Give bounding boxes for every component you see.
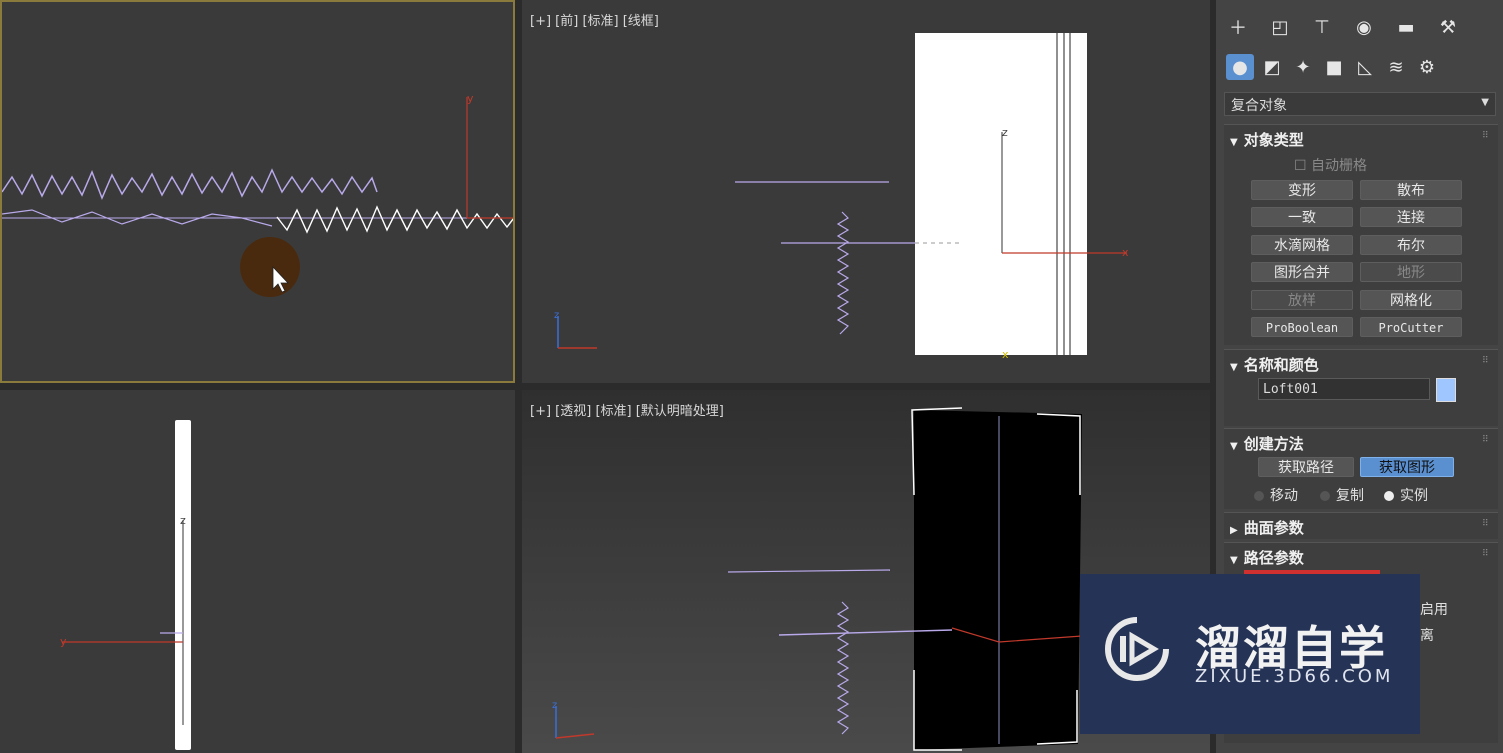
mesher-button[interactable]: 网格化 [1360,290,1462,310]
blobmesh-button[interactable]: 水滴网格 [1251,235,1353,255]
loft-button[interactable]: 放样 [1251,290,1353,310]
path-partial-label-2: 离 [1420,628,1434,644]
autogrid-checkbox[interactable]: ☐ 自动栅格 [1294,155,1367,175]
wave-shape-front [836,211,850,335]
shapes-icon[interactable]: ◩ [1258,54,1286,80]
systems-icon[interactable]: ⚙ [1413,54,1441,80]
viewport-top[interactable]: y [0,0,515,383]
scatter-button[interactable]: 散布 [1360,180,1462,200]
path-partial-label-1: 启用 [1420,602,1448,618]
viewport-top-canvas: y [2,92,513,297]
terrain-button[interactable]: 地形 [1360,262,1462,282]
grip-icon[interactable]: ⠿ [1482,435,1490,445]
utilities-icon[interactable]: ⚒ [1434,14,1462,40]
proboolean-button[interactable]: ProBoolean [1251,317,1353,337]
rollout-name-color: ▼ 名称和颜色 ⠿ Loft001 [1224,349,1498,426]
procutter-button[interactable]: ProCutter [1360,317,1462,337]
lights-icon[interactable]: ✦ [1289,54,1317,80]
viewport-front[interactable]: z x x z [+] [前] [标准] [线框] [522,0,1210,383]
axis-z-label: z [180,514,186,527]
boolean-button[interactable]: 布尔 [1360,235,1462,255]
pivot-marker: x [1002,348,1009,361]
object-color-swatch[interactable] [1436,378,1456,402]
hierarchy-icon[interactable]: ⊤ [1308,14,1336,40]
geometry-icon[interactable]: ● [1226,54,1254,80]
rollout-creation-method: ▼ 创建方法 ⠿ 获取路径 获取图形 移动 复制 实例 [1224,428,1498,509]
gizmo-z-label: z [554,310,559,321]
main-tab-row: ＋ ◰ ⊤ ◉ ▬ ⚒ [1216,10,1503,44]
watermark-logo-icon [1105,617,1169,681]
wave-shape-selected [276,205,513,234]
rollout-name-color-header[interactable]: ▼ 名称和颜色 [1230,354,1319,375]
helpers-icon[interactable]: ◺ [1351,54,1379,80]
axis-y-label: y [60,635,67,648]
gizmo-x [555,733,595,739]
grip-icon[interactable]: ⠿ [1482,549,1490,559]
display-icon[interactable]: ▬ [1392,14,1420,40]
get-shape-button[interactable]: 获取图形 [1360,457,1454,477]
modify-icon[interactable]: ◰ [1266,14,1294,40]
grip-icon[interactable]: ⠿ [1482,356,1490,366]
axis-z-label: z [1002,126,1008,139]
path-line-persp [727,569,891,573]
connect-button[interactable]: 连接 [1360,207,1462,227]
radio-copy[interactable]: 复制 [1320,485,1364,505]
get-path-button[interactable]: 获取路径 [1258,457,1354,477]
create-icon[interactable]: ＋ [1224,14,1252,40]
loft-object-front [915,33,1087,355]
motion-icon[interactable]: ◉ [1350,14,1378,40]
wave-shape-persp [836,601,850,735]
viewport-left-canvas: z y [60,420,191,750]
axis-x-label: x [1122,246,1129,259]
rollout-object-type-header[interactable]: ▼ 对象类型 [1230,129,1304,150]
morph-button[interactable]: 变形 [1251,180,1353,200]
loft-object-persp [914,410,1082,750]
spacewarps-icon[interactable]: ≋ [1382,54,1410,80]
viewport-left[interactable]: z y [0,390,515,753]
rollout-path-header[interactable]: ▼ 路径参数 [1230,547,1304,568]
rollout-creation-header[interactable]: ▼ 创建方法 [1230,433,1304,454]
wave-shape-upper [2,168,378,200]
cameras-icon[interactable]: ■ [1320,54,1348,80]
watermark-subtitle: ZIXUE.3D66.COM [1195,666,1394,687]
shapemerge-button[interactable]: 图形合并 [1251,262,1353,282]
sub-tab-row: ● ◩ ✦ ■ ◺ ≋ ⚙ [1216,50,1503,84]
cursor-highlight [240,237,300,297]
chevron-down-icon: ▼ [1481,97,1489,108]
gizmo-z-label: z [552,700,557,711]
grip-icon[interactable]: ⠿ [1482,519,1490,529]
object-name-field[interactable]: Loft001 [1258,378,1430,400]
viewport-front-label[interactable]: [+] [前] [标准] [线框] [530,10,659,29]
rollout-object-type: ▼ 对象类型 ⠿ ☐ 自动栅格 变形 散布 一致 连接 水滴网格 布尔 图形合并 … [1224,124,1498,345]
viewport-front-canvas: z x x z [554,33,1129,361]
grip-icon[interactable]: ⠿ [1482,131,1490,141]
category-value: 复合对象 [1231,98,1287,114]
category-dropdown[interactable]: 复合对象 ▼ [1224,92,1496,116]
watermark-overlay: 溜溜自学 ZIXUE.3D66.COM [1080,574,1420,734]
axis-y-label: y [467,92,474,105]
radio-instance[interactable]: 实例 [1384,485,1428,505]
radio-move[interactable]: 移动 [1254,485,1298,505]
rollout-surface-header[interactable]: ▶ 曲面参数 [1230,517,1304,538]
viewport-persp-label[interactable]: [+] [透视] [标准] [默认明暗处理] [530,400,724,419]
rollout-surface-params: ▶ 曲面参数 ⠿ [1224,512,1498,539]
conform-button[interactable]: 一致 [1251,207,1353,227]
